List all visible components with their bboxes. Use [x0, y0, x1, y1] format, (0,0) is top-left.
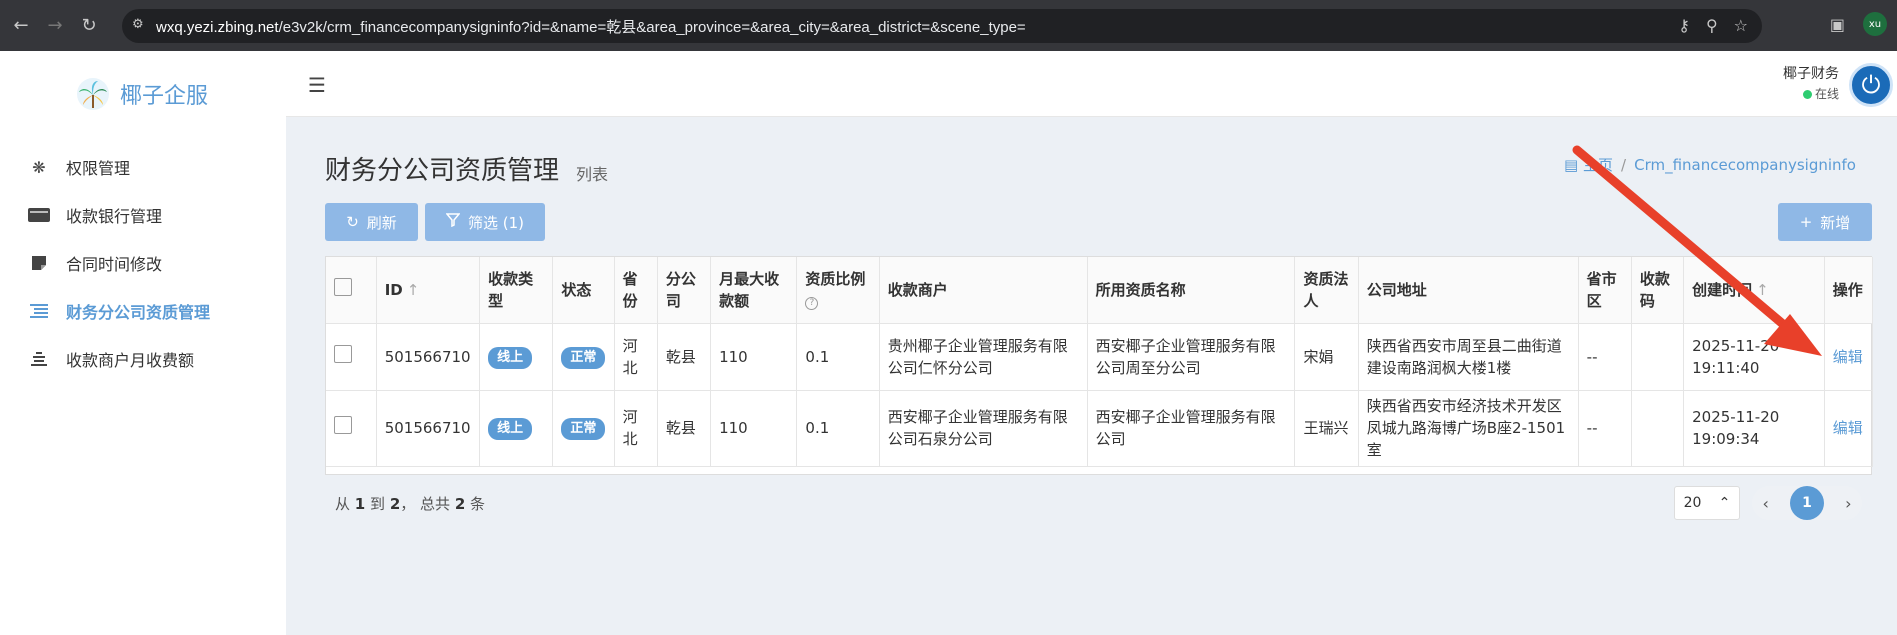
annotation-arrow-icon	[1572, 145, 1822, 356]
